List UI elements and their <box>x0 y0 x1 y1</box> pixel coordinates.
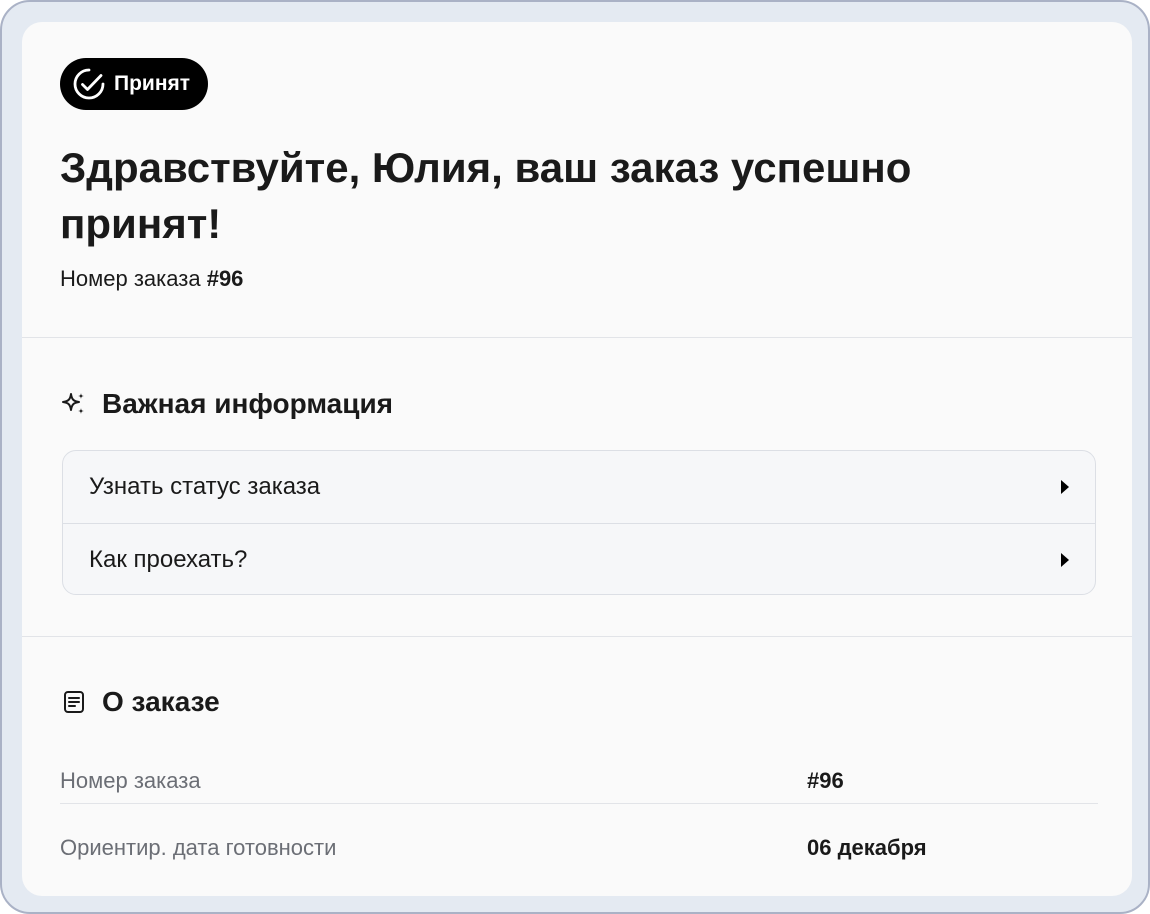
about-order-title: О заказе <box>60 686 220 718</box>
accordion-item-order-status[interactable]: Узнать статус заказа <box>63 451 1095 523</box>
document-icon <box>60 688 88 716</box>
section-divider <box>22 636 1132 637</box>
order-number-prefix: Номер заказа <box>60 266 201 291</box>
window-frame: Принят Здравствуйте, Юлия, ваш заказ усп… <box>0 0 1150 914</box>
accordion-item-label: Узнать статус заказа <box>89 473 321 500</box>
important-info-title: Важная информация <box>60 388 393 420</box>
status-badge-label: Принят <box>114 72 191 95</box>
info-row-order-number: Номер заказа #96 <box>60 748 1098 814</box>
order-number: #96 <box>206 266 244 291</box>
info-row-label: Номер заказа <box>60 768 201 793</box>
info-accordion: Узнать статус заказа Как проехать? <box>62 450 1096 595</box>
sparkles-icon <box>60 390 88 418</box>
info-row-value: 06 декабря <box>807 835 927 860</box>
important-info-title-text: Важная информация <box>102 388 394 419</box>
caret-right-icon <box>1061 480 1069 494</box>
caret-right-icon <box>1061 553 1069 567</box>
accordion-item-label: Как проехать? <box>89 546 248 573</box>
page-title: Здравствуйте, Юлия, ваш заказ успешно пр… <box>60 144 912 247</box>
accordion-item-directions[interactable]: Как проехать? <box>63 523 1095 594</box>
info-row-value: #96 <box>807 768 844 793</box>
order-card: Принят Здравствуйте, Юлия, ваш заказ усп… <box>22 22 1132 896</box>
about-order-title-text: О заказе <box>102 686 220 717</box>
row-divider <box>60 803 1098 804</box>
status-badge: Принят <box>60 58 209 110</box>
info-row-ready-date: Ориентир. дата готовности 06 декабря <box>60 815 1098 881</box>
info-row-label: Ориентир. дата готовности <box>60 835 337 860</box>
check-circle-icon <box>72 67 106 101</box>
section-divider <box>22 337 1132 338</box>
order-number-line: Номер заказа #96 <box>60 266 243 292</box>
